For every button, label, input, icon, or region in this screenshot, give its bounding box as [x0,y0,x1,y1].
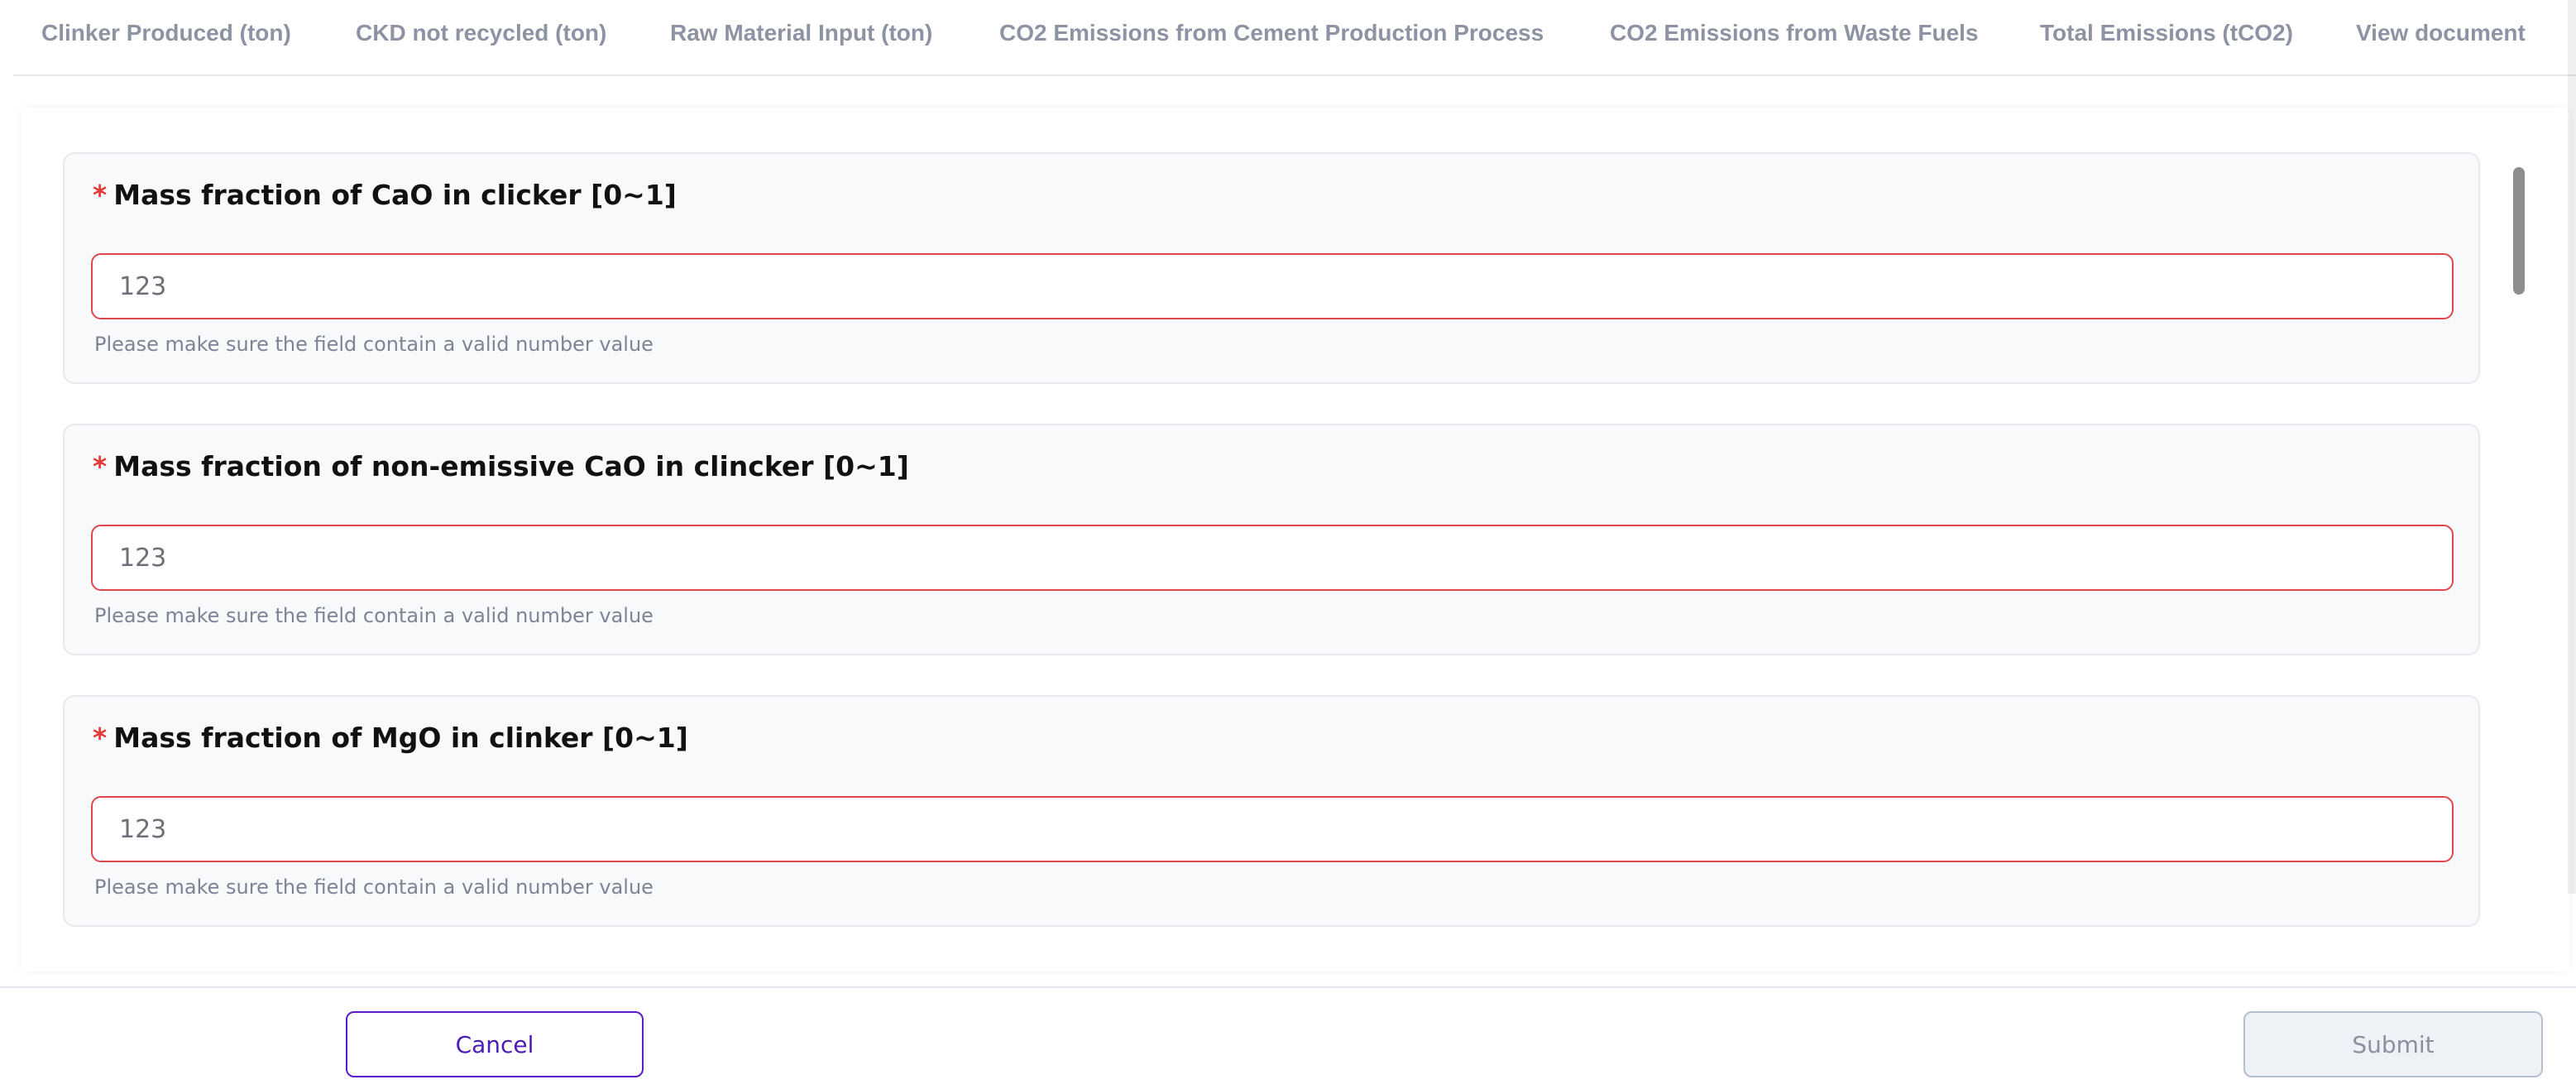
field-error-message: Please make sure the field contain a val… [94,876,654,899]
field-card-cao: *Mass fraction of CaO in clicker [0~1] P… [63,152,2480,384]
field-label-text: Mass fraction of MgO in clinker [0~1] [113,722,688,754]
cao-mass-fraction-input[interactable] [91,253,2454,319]
field-card-non-emissive-cao: * Mass fraction of non-emissive CaO in cl… [63,424,2480,655]
tab-co2-cement-process[interactable]: CO2 Emissions from Cement Production Pro… [999,20,1544,46]
page: Clinker Produced (ton) CKD not recycled … [0,0,2576,1089]
field-error-message: Please make sure the field contain a val… [94,604,654,627]
form-panel: *Mass fraction of CaO in clicker [0~1] P… [22,108,2569,971]
submit-button[interactable]: Submit [2243,1011,2543,1077]
tab-bar: Clinker Produced (ton) CKD not recycled … [13,0,2576,76]
required-marker: * [93,722,108,754]
tab-co2-waste-fuels[interactable]: CO2 Emissions from Waste Fuels [1610,20,1979,46]
field-label-text: Mass fraction of non-emissive CaO in cli… [113,450,909,482]
tab-raw-material-input[interactable]: Raw Material Input (ton) [670,20,932,46]
form-footer: Cancel Submit [0,986,2576,1089]
tab-total-emissions[interactable]: Total Emissions (tCO2) [2040,20,2293,46]
mgo-mass-fraction-input[interactable] [91,796,2454,862]
field-label: * Mass fraction of CaO in clicker [0~1] [93,179,677,211]
field-card-mgo: *Mass fraction of MgO in clinker [0~1] P… [63,695,2480,927]
non-emissive-cao-mass-fraction-input[interactable] [91,525,2454,591]
cancel-button[interactable]: Cancel [346,1011,644,1077]
tab-clinker-produced[interactable]: Clinker Produced (ton) [41,20,291,46]
required-marker: * [93,450,108,482]
tab-ckd-not-recycled[interactable]: CKD not recycled (ton) [356,20,606,46]
field-label: * Mass fraction of non-emissive CaO in cl… [93,450,909,482]
required-marker: * [93,179,108,211]
tab-view-document[interactable]: View document [2356,20,2526,46]
window-edge [2568,0,2576,894]
field-label: * Mass fraction of MgO in clinker [0~1] [93,722,688,754]
field-error-message: Please make sure the field contain a val… [94,333,654,356]
field-label-text: Mass fraction of CaO in clicker [0~1] [113,179,677,211]
scrollbar-thumb[interactable] [2513,167,2525,295]
